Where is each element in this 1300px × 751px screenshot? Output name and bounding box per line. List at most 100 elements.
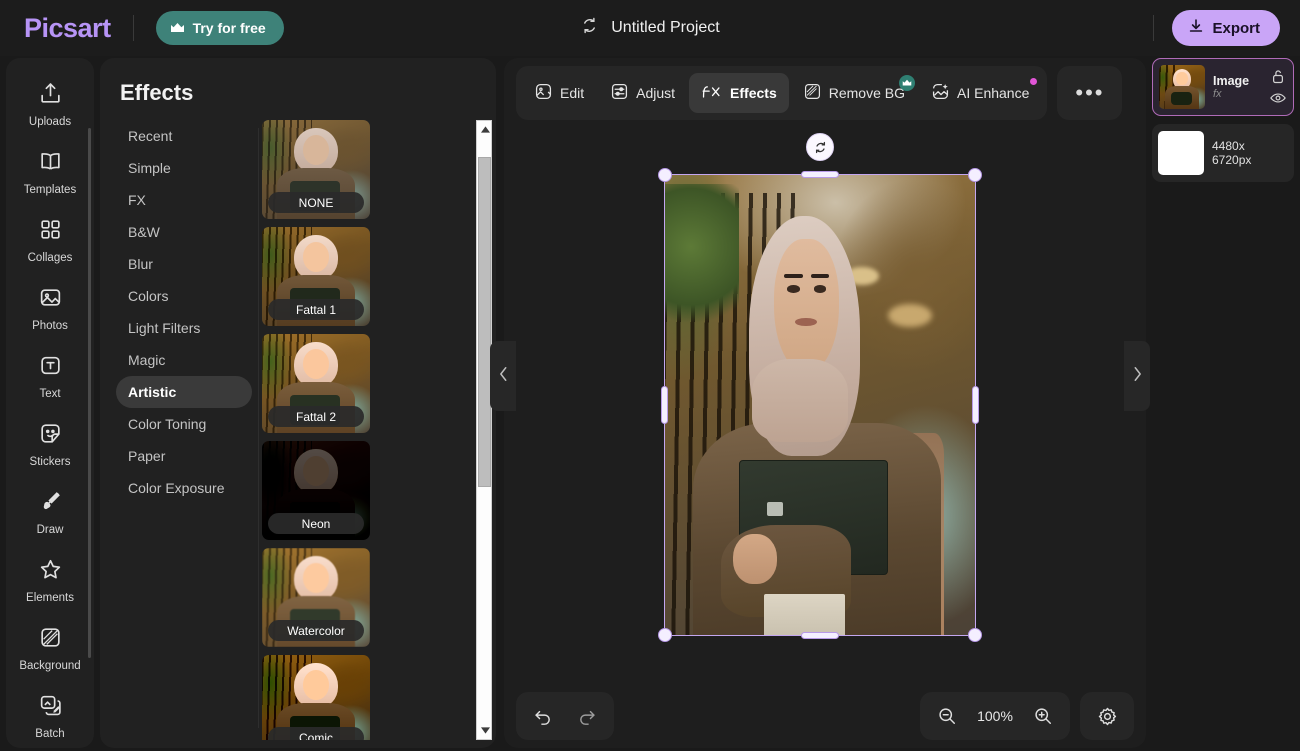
zoom-level-label[interactable]: 100% xyxy=(972,708,1018,724)
tool-ai-enhance[interactable]: AI Enhance xyxy=(919,73,1041,113)
gear-icon[interactable] xyxy=(1088,697,1126,735)
redo-button[interactable] xyxy=(568,697,606,735)
effect-label: Watercolor xyxy=(268,620,364,641)
sidebar-item-label: Photos xyxy=(32,320,68,332)
effects-panel: Effects Recent Simple FX B&W Blur Colors… xyxy=(100,58,496,748)
collapse-right-panel-button[interactable] xyxy=(1124,341,1150,411)
header-divider-right xyxy=(1153,15,1154,41)
resize-handle-top-right[interactable] xyxy=(968,168,982,182)
canvas-image[interactable] xyxy=(665,175,975,635)
try-for-free-label: Try for free xyxy=(193,20,266,36)
collapse-left-panel-button[interactable] xyxy=(490,341,516,411)
tool-label: Effects xyxy=(730,85,777,101)
tool-edit[interactable]: Edit xyxy=(522,73,596,113)
sidebar-item-templates[interactable]: Templates xyxy=(6,138,94,206)
layers-panel: Image fx 4480x 6720px xyxy=(1152,58,1294,748)
zoom-in-button[interactable] xyxy=(1024,697,1062,735)
effects-grid-wrapper: NONE Fattal 1 Fattal 2 Neon xyxy=(260,120,496,740)
category-magic[interactable]: Magic xyxy=(116,344,252,376)
sidebar-item-photos[interactable]: Photos xyxy=(6,274,94,342)
scroll-down-icon[interactable] xyxy=(477,722,493,739)
star-icon xyxy=(38,557,63,587)
category-bw[interactable]: B&W xyxy=(116,216,252,248)
category-label: Recent xyxy=(128,128,172,144)
rotate-handle[interactable] xyxy=(806,133,834,161)
tool-remove-bg[interactable]: Remove BG xyxy=(791,73,917,113)
effect-thumb-none[interactable]: NONE xyxy=(262,120,370,219)
effect-thumb-watercolor[interactable]: Watercolor xyxy=(262,548,370,647)
sidebar-item-stickers[interactable]: Stickers xyxy=(6,410,94,478)
resize-handle-right[interactable] xyxy=(972,386,979,424)
sync-icon[interactable] xyxy=(580,16,599,40)
sidebar-item-draw[interactable]: Draw xyxy=(6,478,94,546)
scroll-up-icon[interactable] xyxy=(477,121,493,138)
sidebar-item-label: Uploads xyxy=(29,116,71,128)
layer-thumbnail xyxy=(1158,131,1204,175)
image-icon xyxy=(38,285,63,315)
category-artistic[interactable]: Artistic xyxy=(116,376,252,408)
panel-separator xyxy=(258,128,259,728)
layer-item-canvas[interactable]: 4480x 6720px xyxy=(1152,124,1294,182)
sidebar-item-collages[interactable]: Collages xyxy=(6,206,94,274)
category-color-exposure[interactable]: Color Exposure xyxy=(116,472,252,504)
sidebar-item-elements[interactable]: Elements xyxy=(6,546,94,614)
scrollbar-thumb[interactable] xyxy=(478,157,491,487)
effect-thumb-fattal-2[interactable]: Fattal 2 xyxy=(262,334,370,433)
layer-item-image[interactable]: Image fx xyxy=(1152,58,1294,116)
category-blur[interactable]: Blur xyxy=(116,248,252,280)
unlock-icon[interactable] xyxy=(1269,69,1287,85)
header-divider xyxy=(133,15,134,41)
effect-label: NONE xyxy=(268,192,364,213)
canvas-area: Edit Adjust Effects xyxy=(504,58,1146,748)
resize-handle-top[interactable] xyxy=(801,171,839,178)
category-simple[interactable]: Simple xyxy=(116,152,252,184)
effects-category-list: Recent Simple FX B&W Blur Colors Light F… xyxy=(100,120,260,740)
canvas-toolbar: Edit Adjust Effects xyxy=(516,66,1122,120)
sidebar-item-text[interactable]: Text xyxy=(6,342,94,410)
canvas-dimensions-line2: 6720px xyxy=(1212,153,1288,167)
category-fx[interactable]: FX xyxy=(116,184,252,216)
resize-handle-bottom[interactable] xyxy=(801,632,839,639)
picsart-logo[interactable]: Picsart xyxy=(24,13,111,44)
pro-crown-badge xyxy=(899,75,915,91)
project-title[interactable]: Untitled Project xyxy=(611,19,720,37)
category-color-toning[interactable]: Color Toning xyxy=(116,408,252,440)
category-colors[interactable]: Colors xyxy=(116,280,252,312)
sliders-icon xyxy=(610,82,629,104)
sidebar-item-uploads[interactable]: Uploads xyxy=(6,70,94,138)
effect-thumb-fattal-1[interactable]: Fattal 1 xyxy=(262,227,370,326)
canvas-selection-frame[interactable] xyxy=(664,174,976,636)
undo-button[interactable] xyxy=(524,697,562,735)
layer-name: Image xyxy=(1213,74,1269,88)
category-label: Simple xyxy=(128,160,171,176)
app-header: Picsart Try for free Untitled Project xyxy=(0,0,1300,56)
category-paper[interactable]: Paper xyxy=(116,440,252,472)
eye-icon[interactable] xyxy=(1269,90,1287,106)
sidebar-item-background[interactable]: Background xyxy=(6,614,94,682)
zoom-out-button[interactable] xyxy=(928,697,966,735)
layer-text-group: 4480x 6720px xyxy=(1212,139,1288,167)
zoom-group-wrapper: 100% xyxy=(920,692,1134,740)
batch-icon xyxy=(38,693,63,723)
tool-adjust[interactable]: Adjust xyxy=(598,73,687,113)
sidebar-item-label: Background xyxy=(19,660,80,672)
history-group xyxy=(516,692,614,740)
resize-handle-bottom-left[interactable] xyxy=(658,628,672,642)
resize-handle-bottom-right[interactable] xyxy=(968,628,982,642)
download-icon xyxy=(1188,18,1204,38)
tool-more-options[interactable]: ••• xyxy=(1063,73,1116,113)
effect-thumb-neon[interactable]: Neon xyxy=(262,441,370,540)
tool-effects[interactable]: Effects xyxy=(689,73,789,113)
effect-thumb-comic[interactable]: Comic xyxy=(262,655,370,740)
resize-handle-top-left[interactable] xyxy=(658,168,672,182)
book-icon xyxy=(38,149,63,179)
category-recent[interactable]: Recent xyxy=(116,120,252,152)
sidebar-scrollbar[interactable] xyxy=(88,128,91,658)
try-for-free-button[interactable]: Try for free xyxy=(156,11,284,45)
category-light-filters[interactable]: Light Filters xyxy=(116,312,252,344)
effects-grid-scrollbar[interactable] xyxy=(476,120,492,740)
resize-handle-left[interactable] xyxy=(661,386,668,424)
export-button[interactable]: Export xyxy=(1172,10,1280,46)
sidebar-item-batch[interactable]: Batch xyxy=(6,682,94,748)
category-label: FX xyxy=(128,192,146,208)
